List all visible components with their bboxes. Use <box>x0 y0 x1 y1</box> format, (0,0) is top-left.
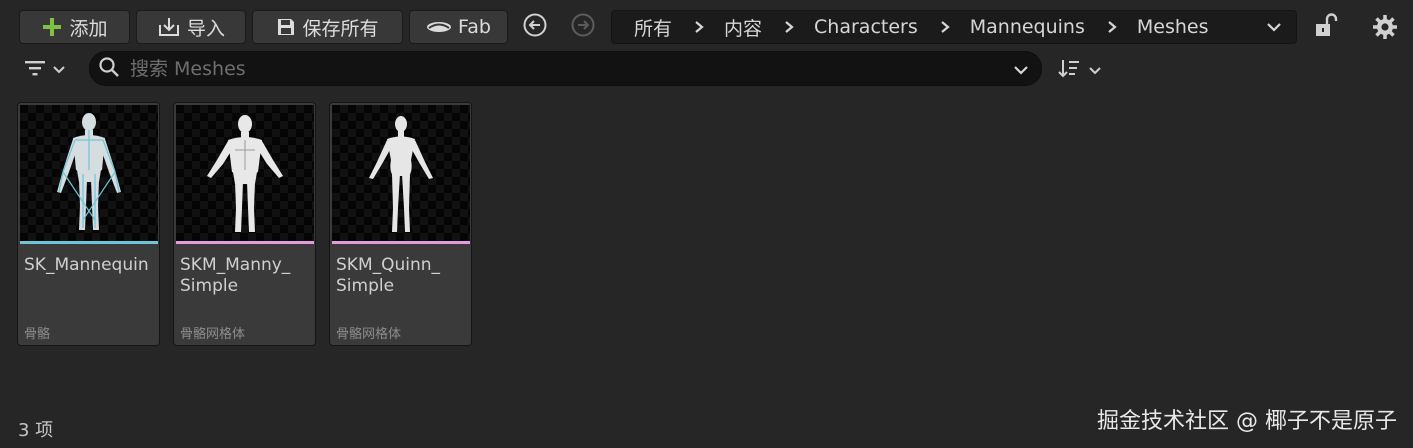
asset-tile-skm-quinn-simple[interactable]: SKM_Quinn_ Simple 骨骼网格体 <box>329 102 472 346</box>
breadcrumb-item-content[interactable]: 内容 <box>724 14 762 41</box>
arrow-left-icon <box>522 12 548 42</box>
asset-tile-skm-manny-simple[interactable]: SKM_Manny_ Simple 骨骼网格体 <box>173 102 316 346</box>
add-button-label: 添加 <box>69 17 108 40</box>
save-all-button[interactable]: 保存所有 <box>252 10 403 44</box>
breadcrumb: 所有 内容 Characters Mannequins Meshes <box>611 10 1297 44</box>
watermark-text: 掘金技术社区 @ 椰子不是原子 <box>1097 409 1397 434</box>
chevron-down-icon[interactable] <box>1266 19 1282 35</box>
breadcrumb-item-all[interactable]: 所有 <box>634 14 672 41</box>
sort-icon <box>1058 58 1082 84</box>
chevron-down-icon <box>1088 62 1102 81</box>
mannequin-thumbnail <box>176 105 314 241</box>
asset-type: 骨骼 <box>24 327 51 342</box>
chevron-right-icon[interactable] <box>694 20 704 34</box>
breadcrumb-item-characters[interactable]: Characters <box>814 16 918 38</box>
filter-icon <box>24 58 46 82</box>
fab-button-label: Fab <box>458 16 491 38</box>
asset-type-strip <box>176 241 314 244</box>
gear-icon <box>1372 15 1398 44</box>
unlock-icon <box>1314 13 1338 43</box>
fab-icon <box>426 19 452 35</box>
asset-name: SKM_Manny_ Simple <box>180 255 291 296</box>
asset-type-strip <box>20 241 158 244</box>
asset-tile-sk-mannequin[interactable]: SK_Mannequin 骨骼 <box>17 102 160 346</box>
add-button[interactable]: 添加 <box>19 10 130 44</box>
chevron-right-icon[interactable] <box>1107 20 1117 34</box>
search-icon <box>98 56 120 82</box>
arrow-right-icon <box>570 12 596 42</box>
chevron-down-icon[interactable] <box>1013 62 1029 81</box>
breadcrumb-item-mannequins[interactable]: Mannequins <box>970 16 1085 38</box>
import-button-label: 导入 <box>186 17 225 40</box>
breadcrumb-item-meshes[interactable]: Meshes <box>1137 16 1209 38</box>
asset-name: SK_Mannequin <box>24 255 149 275</box>
mannequin-thumbnail <box>20 105 158 241</box>
chevron-right-icon[interactable] <box>784 20 794 34</box>
chevron-right-icon[interactable] <box>940 20 950 34</box>
save-icon <box>276 17 296 37</box>
search-input[interactable] <box>130 57 990 80</box>
filter-button[interactable] <box>24 58 66 82</box>
asset-type: 骨骼网格体 <box>336 327 402 342</box>
back-button[interactable] <box>522 12 548 42</box>
sort-button[interactable] <box>1058 58 1102 84</box>
asset-type-strip <box>332 241 470 244</box>
fab-button[interactable]: Fab <box>409 10 508 44</box>
lock-button[interactable] <box>1314 13 1338 43</box>
settings-button[interactable] <box>1372 14 1398 44</box>
plus-icon <box>41 16 63 38</box>
asset-name: SKM_Quinn_ Simple <box>336 255 441 296</box>
search-box <box>89 51 1042 86</box>
save-all-button-label: 保存所有 <box>302 17 379 40</box>
import-icon <box>157 16 181 38</box>
chevron-down-icon <box>52 61 66 80</box>
import-button[interactable]: 导入 <box>136 10 246 44</box>
asset-type: 骨骼网格体 <box>180 327 246 342</box>
mannequin-thumbnail <box>332 105 470 241</box>
forward-button[interactable] <box>570 12 596 42</box>
item-count: 3 项 <box>18 420 54 441</box>
